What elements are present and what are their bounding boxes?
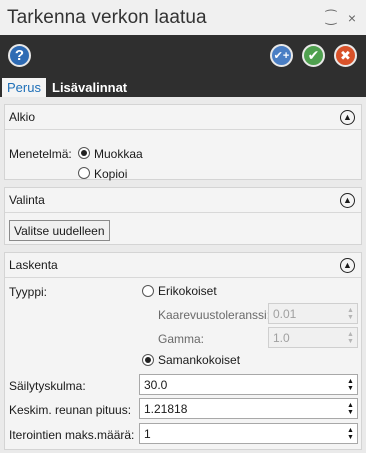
section-divider bbox=[5, 129, 361, 130]
window-title: Tarkenna verkon laatua bbox=[7, 6, 207, 28]
gamma-field: 1.0 ▲ ▼ bbox=[268, 327, 358, 348]
tab-perus[interactable]: Perus bbox=[2, 78, 46, 97]
section-valinta-header[interactable]: Valinta ▲ bbox=[5, 188, 361, 212]
type-label: Tyyppi: bbox=[9, 285, 48, 299]
section-laskenta-title: Laskenta bbox=[9, 258, 58, 272]
max-iter-field[interactable]: 1 ▲ ▼ bbox=[139, 423, 358, 444]
section-laskenta: Laskenta ▲ Tyyppi: Erikokoiset Kaarevuus… bbox=[4, 252, 362, 450]
section-alkio: Alkio ▲ Menetelmä: Muokkaa Kopioi bbox=[4, 104, 362, 181]
radio-kopioi[interactable] bbox=[78, 167, 90, 179]
avg-edge-value: 1.21818 bbox=[144, 402, 188, 416]
tab-lisavalinnat[interactable]: Lisävalinnat bbox=[47, 78, 132, 97]
apply-button[interactable]: ✔+ bbox=[270, 44, 293, 67]
retention-angle-field[interactable]: 30.0 ▲ ▼ bbox=[139, 374, 358, 395]
ok-button[interactable]: ✔ bbox=[302, 44, 325, 67]
tab-bar: Perus Lisävalinnat bbox=[0, 75, 366, 97]
radio-erikokoiset-label[interactable]: Erikokoiset bbox=[158, 284, 217, 298]
help-button[interactable]: ? bbox=[8, 44, 31, 67]
section-alkio-title: Alkio bbox=[9, 110, 36, 124]
max-iter-label: Iterointien maks.määrä: bbox=[9, 428, 135, 442]
radio-kopioi-label[interactable]: Kopioi bbox=[94, 167, 127, 181]
gamma-label: Gamma: bbox=[158, 332, 205, 346]
section-divider bbox=[5, 212, 361, 213]
radio-muokkaa-label[interactable]: Muokkaa bbox=[94, 147, 143, 161]
close-panel-icon[interactable]: × bbox=[344, 10, 360, 26]
cancel-button[interactable]: ✖ bbox=[334, 44, 357, 67]
retention-angle-label: Säilytyskulma: bbox=[9, 379, 86, 393]
radio-samankokoiset-label[interactable]: Samankokoiset bbox=[158, 353, 240, 367]
spinner-icon[interactable]: ▲ ▼ bbox=[346, 427, 355, 441]
gamma-value: 1.0 bbox=[273, 331, 290, 345]
spinner-icon[interactable]: ▲ ▼ bbox=[346, 378, 355, 392]
spinner-icon[interactable]: ▲ ▼ bbox=[346, 402, 355, 416]
radio-erikokoiset[interactable] bbox=[142, 285, 154, 297]
collapse-icon[interactable]: ▲ bbox=[340, 258, 355, 273]
max-iter-value: 1 bbox=[144, 427, 151, 441]
spinner-icon: ▲ ▼ bbox=[347, 331, 354, 345]
spinner-icon: ▲ ▼ bbox=[347, 307, 354, 321]
section-valinta-title: Valinta bbox=[9, 193, 45, 207]
avg-edge-label: Keskim. reunan pituus: bbox=[9, 403, 132, 417]
section-divider bbox=[5, 277, 361, 278]
curvature-label: Kaarevuustoleranssi: bbox=[158, 308, 271, 322]
panel-content: Alkio ▲ Menetelmä: Muokkaa Kopioi Valint… bbox=[0, 97, 366, 453]
radio-muokkaa[interactable] bbox=[78, 147, 90, 159]
method-label: Menetelmä: bbox=[9, 147, 72, 161]
toolbar: ? ✔+ ✔ ✖ bbox=[0, 35, 366, 75]
section-alkio-header[interactable]: Alkio ▲ bbox=[5, 105, 361, 129]
avg-edge-field[interactable]: 1.21818 ▲ ▼ bbox=[139, 398, 358, 419]
curvature-field: 0.01 ▲ ▼ bbox=[268, 303, 358, 324]
section-valinta: Valinta ▲ Valitse uudelleen bbox=[4, 187, 362, 245]
reselect-button[interactable]: Valitse uudelleen bbox=[9, 220, 110, 241]
title-bar: Tarkenna verkon laatua ⁐ × bbox=[0, 0, 366, 35]
curvature-value: 0.01 bbox=[273, 307, 297, 321]
retention-angle-value: 30.0 bbox=[144, 378, 168, 392]
section-laskenta-header[interactable]: Laskenta ▲ bbox=[5, 253, 361, 277]
radio-samankokoiset[interactable] bbox=[142, 354, 154, 366]
collapse-icon[interactable]: ▲ bbox=[340, 193, 355, 208]
collapse-icon[interactable]: ▲ bbox=[340, 110, 355, 125]
pin-icon[interactable]: ⁐ bbox=[323, 10, 339, 26]
